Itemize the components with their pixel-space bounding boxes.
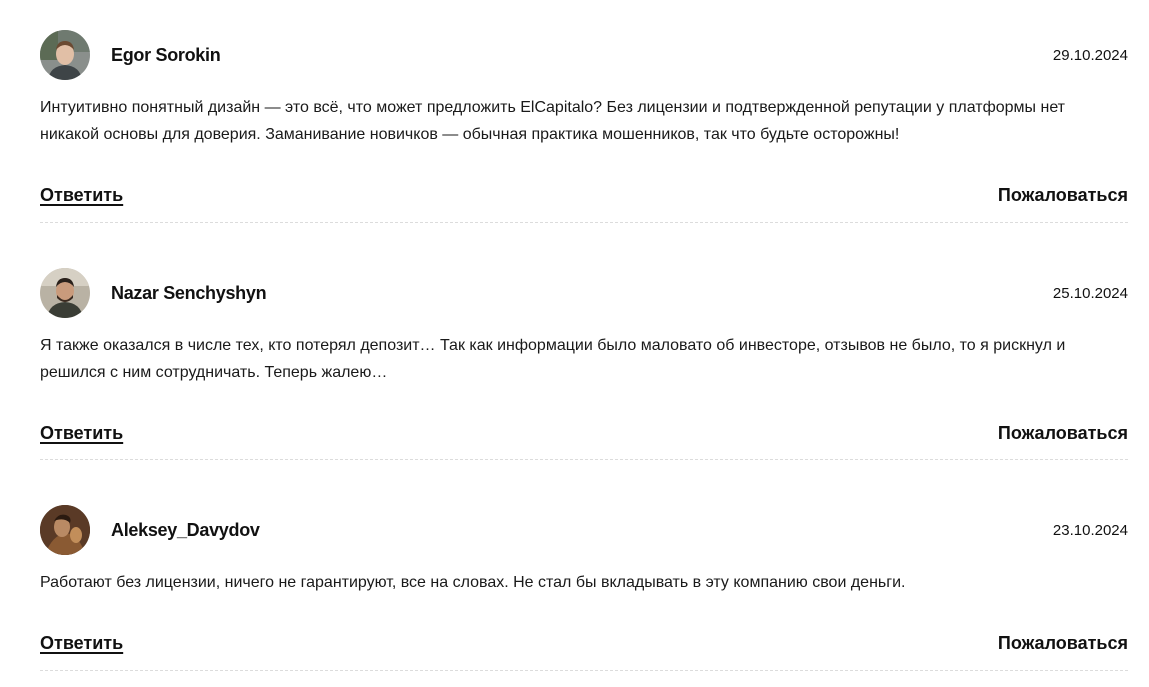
comment: Aleksey_Davydov 23.10.2024 Работают без … [40, 460, 1128, 671]
report-link[interactable]: Пожаловаться [998, 185, 1128, 206]
comment: Nazar Senchyshyn 25.10.2024 Я также оказ… [40, 223, 1128, 460]
reply-link[interactable]: Ответить [40, 185, 123, 206]
comment-header: Aleksey_Davydov 23.10.2024 [40, 505, 1128, 555]
comment-text: Я также оказался в числе тех, кто потеря… [40, 337, 1066, 381]
avatar-photo-icon [40, 505, 90, 555]
author-name: Nazar Senchyshyn [111, 282, 267, 303]
avatar [40, 30, 90, 80]
avatar-photo-icon [40, 30, 90, 80]
avatar-photo-icon [40, 268, 90, 318]
comment-actions: Ответить Пожаловаться [40, 418, 1128, 448]
comment-date: 23.10.2024 [1052, 521, 1128, 539]
author-name: Aleksey_Davydov [111, 519, 260, 540]
comment-date: 25.10.2024 [1052, 284, 1128, 302]
comment: Egor Sorokin 29.10.2024 Интуитивно понят… [40, 0, 1128, 223]
report-link[interactable]: Пожаловаться [998, 633, 1128, 654]
reply-link[interactable]: Ответить [40, 633, 123, 654]
comment-text: Интуитивно понятный дизайн — это всё, чт… [40, 99, 1066, 143]
comment-actions: Ответить Пожаловаться [40, 628, 1128, 658]
comment-text: Работают без лицензии, ничего не гаранти… [40, 574, 906, 591]
avatar [40, 505, 90, 555]
report-link[interactable]: Пожаловаться [998, 423, 1128, 444]
author-name: Egor Sorokin [111, 44, 221, 65]
comment-date: 29.10.2024 [1052, 46, 1128, 64]
reply-link[interactable]: Ответить [40, 423, 123, 444]
comment-header: Egor Sorokin 29.10.2024 [40, 30, 1128, 80]
comment-actions: Ответить Пожаловаться [40, 180, 1128, 210]
avatar [40, 268, 90, 318]
comments-list: Egor Sorokin 29.10.2024 Интуитивно понят… [40, 0, 1128, 671]
comment-header: Nazar Senchyshyn 25.10.2024 [40, 268, 1128, 318]
